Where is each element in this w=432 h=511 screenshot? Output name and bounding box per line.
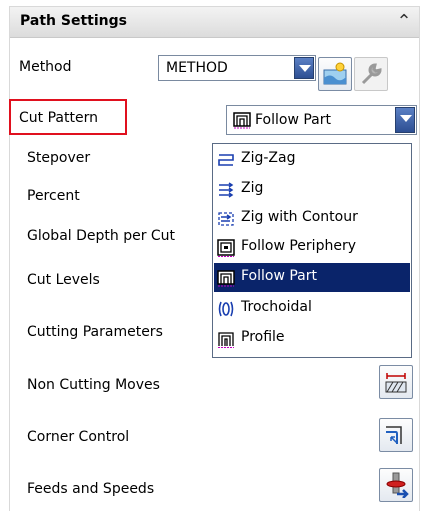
panel-title: Path Settings (20, 13, 127, 29)
dropdown-item-label: Zig with Contour (241, 209, 358, 225)
method-label: Method (19, 59, 72, 75)
new-method-icon (323, 62, 347, 85)
profile-icon (218, 332, 234, 348)
cutting-parameters-label: Cutting Parameters (27, 324, 163, 340)
corner-control-icon (386, 426, 402, 444)
corner-control-button[interactable] (379, 418, 413, 452)
chevron-up-icon[interactable]: ⌃ (393, 11, 415, 33)
dropdown-item-follow-periphery[interactable]: Follow Periphery (214, 233, 410, 262)
dropdown-item-label: Trochoidal (241, 299, 312, 315)
dropdown-item-trochoidal[interactable]: Trochoidal (214, 294, 410, 323)
dropdown-item-follow-part[interactable]: Follow Part (214, 263, 410, 292)
cut-pattern-dropdown-list: Zig-Zag Zig Zig with Contour Follow Peri… (212, 143, 412, 358)
stepover-label: Stepover (27, 150, 91, 166)
panel-header[interactable]: Path Settings ⌃ (10, 7, 419, 38)
dropdown-item-label: Zig-Zag (241, 150, 296, 166)
trochoidal-icon (218, 301, 234, 317)
cut-levels-label: Cut Levels (27, 272, 100, 288)
follow-part-icon (217, 270, 235, 287)
non-cutting-moves-button[interactable] (379, 365, 413, 399)
percent-label: Percent (27, 188, 80, 204)
zig-pattern-icon (219, 182, 234, 198)
method-value: METHOD (166, 60, 228, 76)
global-depth-label: Global Depth per Cut (27, 228, 176, 244)
cut-pattern-select[interactable]: Follow Part (226, 105, 417, 135)
dropdown-item-label: Follow Part (241, 268, 318, 284)
feeds-and-speeds-button[interactable] (379, 468, 413, 502)
dropdown-item-label: Profile (241, 329, 285, 345)
dropdown-item-zig[interactable]: Zig (214, 175, 410, 204)
dropdown-item-zig-with-contour[interactable]: Zig with Contour (214, 204, 410, 233)
method-select[interactable]: METHOD (158, 55, 316, 81)
follow-periphery-icon (217, 239, 235, 257)
feeds-and-speeds-icon (386, 472, 409, 498)
zig-with-contour-icon (218, 212, 234, 226)
chevron-down-icon[interactable] (294, 57, 314, 79)
zigzag-pattern-icon (218, 154, 234, 166)
feeds-and-speeds-label: Feeds and Speeds (27, 481, 155, 497)
cut-pattern-value: Follow Part (255, 112, 332, 128)
create-method-button[interactable] (318, 57, 352, 91)
edit-method-button[interactable] (354, 57, 388, 91)
dropdown-item-profile[interactable]: Profile (214, 324, 410, 353)
non-cutting-moves-icon (385, 373, 407, 393)
dropdown-item-zigzag[interactable]: Zig-Zag (214, 145, 410, 174)
wrench-icon (361, 63, 382, 85)
non-cutting-moves-label: Non Cutting Moves (27, 377, 160, 393)
cut-pattern-label: Cut Pattern (19, 110, 98, 126)
corner-control-label: Corner Control (27, 429, 130, 445)
follow-part-icon (233, 112, 251, 129)
dropdown-item-label: Follow Periphery (241, 238, 356, 254)
chevron-down-icon[interactable] (395, 107, 415, 133)
dropdown-item-label: Zig (241, 180, 264, 196)
